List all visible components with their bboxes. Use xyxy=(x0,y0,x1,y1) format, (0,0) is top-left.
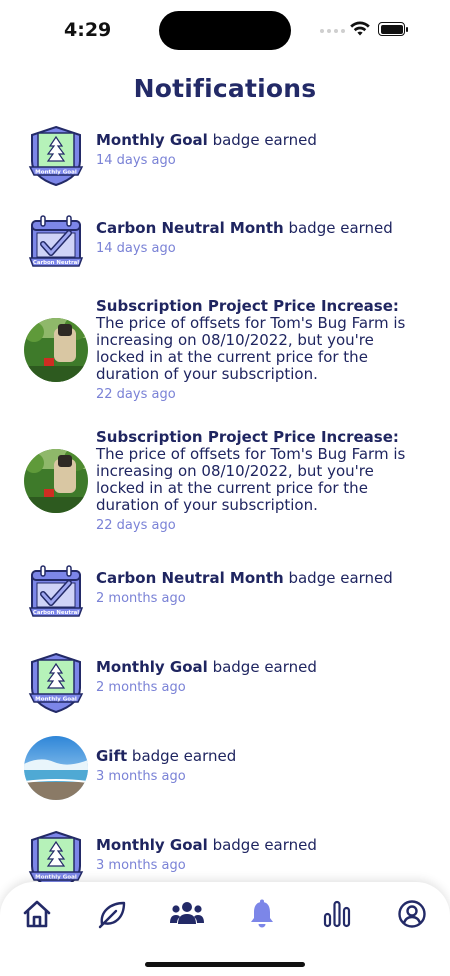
cellular-signal-icon xyxy=(320,29,345,33)
carbon-neutral-badge-icon: Carbon Neutral xyxy=(28,565,84,617)
bell-icon[interactable] xyxy=(246,898,278,930)
notification-time: 2 months ago xyxy=(96,591,186,606)
notification-time: 14 days ago xyxy=(96,153,176,168)
carbon-neutral-badge-icon: Carbon Neutral xyxy=(28,215,84,267)
svg-text:Monthly Goal: Monthly Goal xyxy=(35,697,77,703)
notification-item[interactable]: Monthly Goal Monthly Goal badge earned 2… xyxy=(0,645,450,725)
svg-text:Carbon Neutral: Carbon Neutral xyxy=(33,610,79,616)
notification-time: 2 months ago xyxy=(96,680,186,695)
notification-message: Carbon Neutral Month badge earned xyxy=(96,219,393,237)
notification-time: 22 days ago xyxy=(96,387,176,402)
svg-text:Carbon Neutral: Carbon Neutral xyxy=(33,260,79,266)
notification-message: Carbon Neutral Month badge earned xyxy=(96,569,393,587)
svg-text:Monthly Goal: Monthly Goal xyxy=(35,170,77,176)
notification-message: Monthly Goal badge earned xyxy=(96,131,317,149)
notification-time: 3 months ago xyxy=(96,858,186,873)
notification-message: Subscription Project Price Increase: The… xyxy=(96,428,406,514)
monthly-goal-badge-icon: Monthly Goal xyxy=(28,652,84,714)
notification-item[interactable]: Subscription Project Price Increase: The… xyxy=(0,427,450,549)
project-photo-avatar xyxy=(24,318,88,382)
notification-time: 14 days ago xyxy=(96,241,176,256)
notification-message: Monthly Goal badge earned xyxy=(96,836,317,854)
notification-message: Gift badge earned xyxy=(96,747,237,765)
page-title: Notifications xyxy=(133,74,317,103)
project-photo-avatar xyxy=(24,449,88,513)
leaf-icon[interactable] xyxy=(96,898,128,930)
notification-time: 3 months ago xyxy=(96,769,186,784)
notification-item[interactable]: Subscription Project Price Increase: The… xyxy=(0,296,450,418)
stats-icon[interactable] xyxy=(321,898,353,930)
notification-item[interactable]: Carbon Neutral Carbon Neutral Month badg… xyxy=(0,556,450,636)
notification-item[interactable]: Monthly Goal Monthly Goal badge earned 1… xyxy=(0,118,450,198)
status-bar: 4:29 xyxy=(0,0,450,62)
notification-item[interactable]: Carbon Neutral Carbon Neutral Month badg… xyxy=(0,206,450,286)
gift-photo-avatar xyxy=(24,736,88,800)
monthly-goal-badge-icon: Monthly Goal xyxy=(28,125,84,187)
dynamic-island xyxy=(159,11,291,50)
status-time: 4:29 xyxy=(64,19,112,41)
wifi-icon xyxy=(350,21,370,36)
home-icon[interactable] xyxy=(21,898,53,930)
battery-icon xyxy=(378,22,405,36)
notification-message: Subscription Project Price Increase: The… xyxy=(96,297,406,383)
notification-message: Monthly Goal badge earned xyxy=(96,658,317,676)
notification-time: 22 days ago xyxy=(96,518,176,533)
profile-icon[interactable] xyxy=(396,898,428,930)
svg-text:Monthly Goal: Monthly Goal xyxy=(35,875,77,881)
community-icon[interactable] xyxy=(169,898,205,930)
home-indicator xyxy=(145,962,305,967)
notification-item[interactable]: Gift badge earned 3 months ago xyxy=(0,734,450,814)
